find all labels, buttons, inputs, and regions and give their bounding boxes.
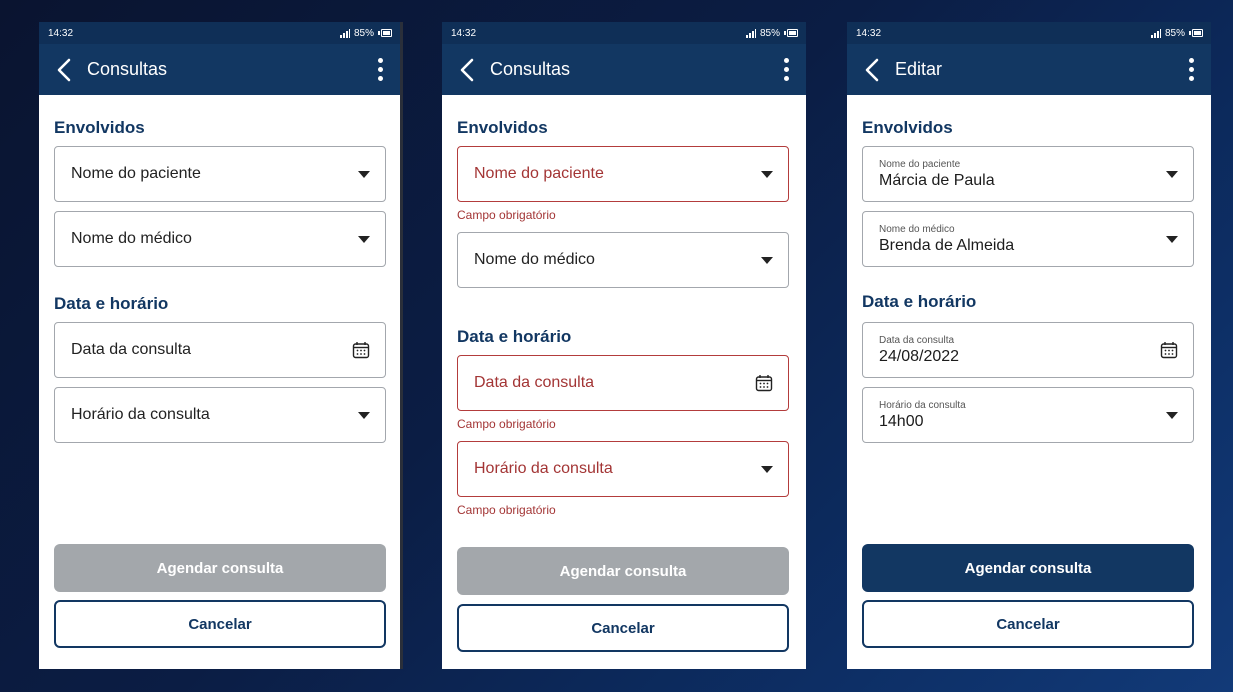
patient-select-value: Márcia de Paula [879,171,995,189]
status-bar: 14:32 85% [847,22,1211,44]
date-field[interactable]: Data da consulta 24/08/2022 [862,322,1194,378]
cancel-button[interactable]: Cancelar [862,600,1194,648]
status-time: 14:32 [856,27,882,39]
page-title: Editar [895,59,943,79]
date-field[interactable]: Data da consulta [457,355,789,411]
time-error-message: Campo obrigatório [457,503,556,517]
dropdown-arrow-icon [761,256,773,264]
dropdown-arrow-icon [358,235,370,243]
section-title-datetime: Data e horário [457,327,572,346]
phone-screen-empty: 14:32 85% Consultas Envolvidos Nome do p… [39,22,403,669]
calendar-icon[interactable] [352,341,370,359]
time-select[interactable]: Horário da consulta [54,387,386,443]
status-time: 14:32 [48,27,74,39]
page-title: Consultas [87,59,168,79]
doctor-select[interactable]: Nome do médico [457,232,789,288]
status-time: 14:32 [451,27,477,39]
doctor-select-value: Brenda de Almeida [879,236,1015,254]
patient-select-label: Nome do paciente [879,158,961,170]
doctor-select-label: Nome do médico [71,230,192,247]
back-arrow-icon[interactable] [456,55,478,85]
patient-select-label: Nome do paciente [474,165,604,182]
doctor-select-label: Nome do médico [474,251,595,268]
dropdown-arrow-icon [1166,235,1178,243]
dropdown-arrow-icon [1166,411,1178,419]
date-field-value: 24/08/2022 [879,347,960,365]
date-field[interactable]: Data da consulta [54,322,386,378]
battery-percent: 85% [1164,27,1185,39]
signal-icon [1150,28,1161,38]
battery-icon [784,29,798,37]
patient-select-label: Nome do paciente [71,165,201,182]
section-title-involved: Envolvidos [862,118,953,137]
dropdown-arrow-icon [761,170,773,178]
patient-select[interactable]: Nome do paciente [54,146,386,202]
time-select-label: Horário da consulta [71,406,210,423]
status-bar: 14:32 85% [39,22,400,44]
patient-select[interactable]: Nome do paciente [457,146,789,202]
battery-percent: 85% [759,27,780,39]
calendar-icon[interactable] [1160,341,1178,359]
phone-screen-filled: 14:32 85% Editar Envolvidos Nome do paci… [847,22,1211,669]
dropdown-arrow-icon [1166,170,1178,178]
more-vert-icon[interactable] [778,55,794,85]
date-field-label: Data da consulta [71,341,192,358]
date-field-label: Data da consulta [879,334,955,346]
app-bar: Consultas [442,44,806,95]
schedule-button[interactable]: Agendar consulta [457,547,789,595]
signal-icon [339,28,350,38]
phone-screen-errors: 14:32 85% Consultas Envolvidos Nome do p… [442,22,806,669]
doctor-select-label: Nome do médico [879,223,955,235]
dropdown-arrow-icon [358,170,370,178]
schedule-button[interactable]: Agendar consulta [54,544,386,592]
dropdown-arrow-icon [358,411,370,419]
status-bar: 14:32 85% [442,22,806,44]
cancel-button[interactable]: Cancelar [457,604,789,652]
patient-error-message: Campo obrigatório [457,208,556,222]
time-select-value: 14h00 [879,412,924,430]
cancel-button[interactable]: Cancelar [54,600,386,648]
more-vert-icon[interactable] [372,55,388,85]
calendar-icon[interactable] [755,374,773,392]
signal-icon [745,28,756,38]
time-select-label: Horário da consulta [474,460,613,477]
battery-percent: 85% [353,27,374,39]
dropdown-arrow-icon [761,465,773,473]
section-title-involved: Envolvidos [457,118,548,137]
more-vert-icon[interactable] [1183,55,1199,85]
app-bar: Editar [847,44,1211,95]
time-select[interactable]: Horário da consulta [457,441,789,497]
battery-icon [378,29,392,37]
schedule-button[interactable]: Agendar consulta [862,544,1194,592]
section-title-datetime: Data e horário [54,294,169,313]
section-title-involved: Envolvidos [54,118,145,137]
time-select-label: Horário da consulta [879,399,966,411]
section-title-datetime: Data e horário [862,292,977,311]
app-bar: Consultas [39,44,400,95]
date-field-label: Data da consulta [474,374,595,391]
page-title: Consultas [490,59,571,79]
back-arrow-icon[interactable] [53,55,75,85]
date-error-message: Campo obrigatório [457,417,556,431]
doctor-select[interactable]: Nome do médico [54,211,386,267]
time-select[interactable]: Horário da consulta 14h00 [862,387,1194,443]
patient-select[interactable]: Nome do paciente Márcia de Paula [862,146,1194,202]
doctor-select[interactable]: Nome do médico Brenda de Almeida [862,211,1194,267]
battery-icon [1189,29,1203,37]
back-arrow-icon[interactable] [861,55,883,85]
